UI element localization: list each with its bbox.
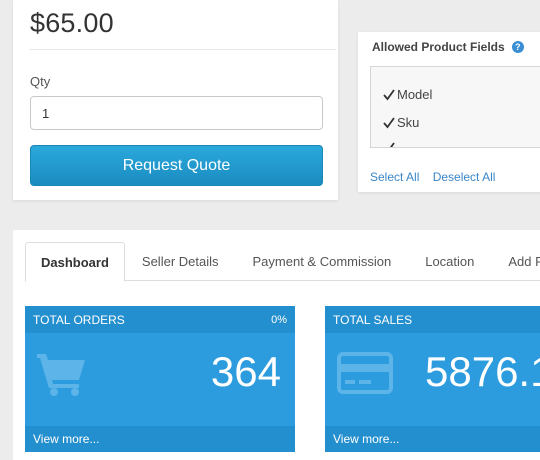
- allowed-fields-title: Allowed Product Fields: [372, 40, 505, 54]
- tab-bar: Dashboard Seller Details Payment & Commi…: [25, 242, 540, 282]
- checkmark-icon[interactable]: [382, 116, 396, 130]
- fields-list[interactable]: Model Sku: [370, 66, 540, 148]
- checkmark-icon: [382, 141, 396, 147]
- request-quote-button[interactable]: Request Quote: [30, 145, 323, 186]
- shopping-cart-icon: [37, 352, 89, 401]
- select-all-link[interactable]: Select All: [370, 170, 419, 184]
- view-more-link[interactable]: View more...: [25, 426, 295, 452]
- tab-payment-commission[interactable]: Payment & Commission: [236, 242, 409, 281]
- help-icon[interactable]: ?: [511, 41, 524, 53]
- field-label-sku: Sku: [397, 115, 420, 130]
- credit-card-icon: [337, 352, 393, 399]
- qty-label: Qty: [30, 74, 51, 89]
- dashboard-panel: Dashboard Seller Details Payment & Commi…: [13, 230, 540, 460]
- product-price: $65.00: [30, 8, 114, 38]
- card-value: 5876.1: [425, 348, 540, 395]
- view-more-link[interactable]: View more...: [325, 426, 540, 452]
- product-card: $65.00 Qty Request Quote: [13, 0, 338, 200]
- field-label-model: Model: [397, 87, 433, 102]
- field-item-sku[interactable]: Sku: [382, 115, 419, 130]
- tab-location[interactable]: Location: [408, 242, 491, 281]
- checkmark-icon[interactable]: [382, 88, 396, 102]
- total-orders-card: TOTAL ORDERS 0% 364 View more...: [25, 306, 295, 452]
- field-item-model[interactable]: Model: [382, 87, 432, 102]
- card-header: TOTAL ORDERS 0%: [25, 306, 295, 333]
- deselect-all-link[interactable]: Deselect All: [433, 170, 496, 184]
- card-value: 364: [210, 348, 281, 395]
- card-title: TOTAL ORDERS: [33, 312, 125, 327]
- tab-add-product[interactable]: Add Pro: [491, 242, 540, 281]
- allowed-fields-heading: Allowed Product Fields ?: [372, 40, 524, 54]
- qty-input[interactable]: [30, 96, 323, 130]
- card-header: TOTAL SALES: [325, 306, 540, 333]
- card-percent: 0%: [271, 313, 287, 326]
- divider: [30, 49, 336, 50]
- tab-seller-details[interactable]: Seller Details: [125, 242, 236, 281]
- total-sales-card: TOTAL SALES 5876.1 View more...: [325, 306, 540, 452]
- allowed-fields-panel: Allowed Product Fields ? Model Sku Selec…: [358, 32, 540, 192]
- fields-links: Select All Deselect All: [370, 170, 505, 184]
- card-title: TOTAL SALES: [333, 312, 413, 327]
- field-item-partial: [382, 141, 397, 147]
- tab-dashboard[interactable]: Dashboard: [25, 242, 125, 282]
